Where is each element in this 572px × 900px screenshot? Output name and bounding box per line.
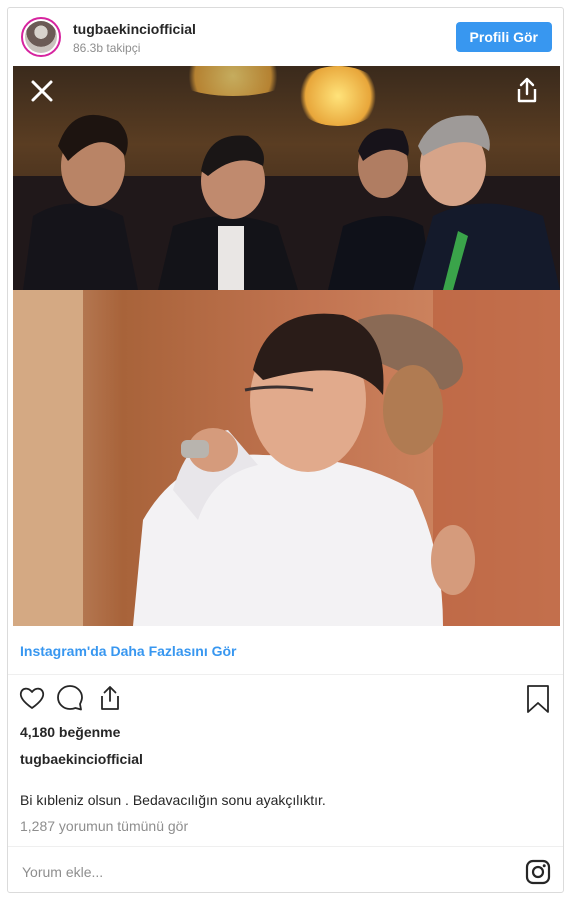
instagram-embed-card: tugbaekinciofficial 86.3b takipçi Profil…: [7, 7, 564, 893]
share-post-icon[interactable]: [96, 684, 124, 712]
avatar-image: [25, 21, 57, 53]
photo-bottom: [13, 290, 560, 626]
add-comment-input[interactable]: [20, 860, 504, 884]
close-icon[interactable]: [29, 78, 55, 104]
people-figures: [13, 114, 560, 290]
share-icon[interactable]: [514, 76, 540, 104]
like-count: 4,180 beğenme: [20, 724, 121, 740]
comment-icon[interactable]: [56, 684, 84, 712]
avatar[interactable]: [21, 17, 61, 57]
view-all-comments-link[interactable]: 1,287 yorumun tümünü gör: [20, 818, 188, 834]
hug-figures: [13, 290, 560, 626]
post-caption: Bi kıbleniz olsun . Bedavacılığın sonu a…: [20, 792, 326, 808]
caption-username[interactable]: tugbaekinciofficial: [20, 751, 143, 767]
divider: [8, 674, 563, 675]
profile-username[interactable]: tugbaekinciofficial: [73, 21, 196, 37]
post-header: tugbaekinciofficial 86.3b takipçi Profil…: [8, 8, 563, 66]
instagram-logo-icon[interactable]: [525, 859, 551, 885]
view-more-link[interactable]: Instagram'da Daha Fazlasını Gör: [20, 643, 237, 659]
view-profile-button[interactable]: Profili Gör: [455, 22, 552, 52]
divider: [8, 846, 563, 847]
follower-count: 86.3b takipçi: [73, 41, 141, 55]
heart-icon[interactable]: [18, 684, 46, 712]
photo-top: [13, 66, 560, 290]
post-media[interactable]: [13, 66, 560, 626]
bookmark-icon[interactable]: [525, 684, 551, 714]
